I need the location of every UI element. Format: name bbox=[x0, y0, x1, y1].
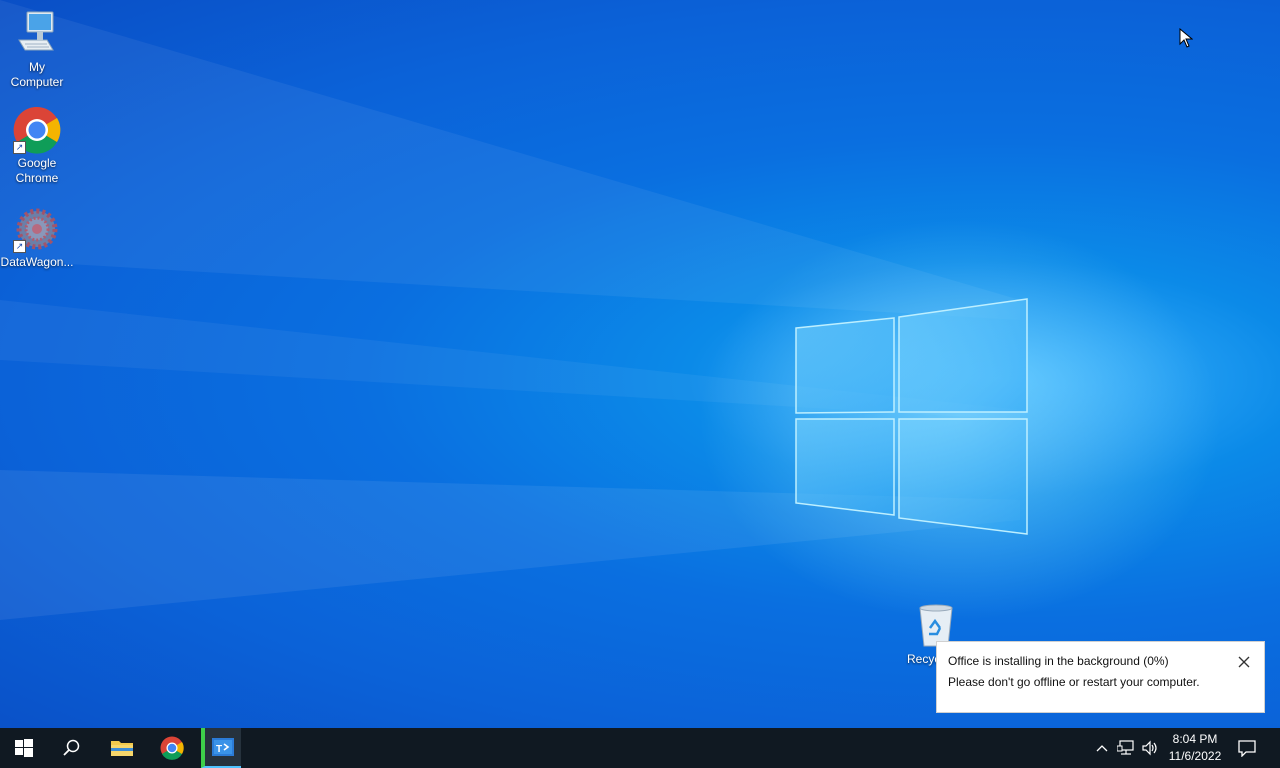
desktop-icon-google-chrome[interactable]: ↗ Google Chrome bbox=[0, 106, 74, 186]
desktop-icon-my-computer[interactable]: My Computer bbox=[0, 10, 74, 90]
chrome-taskbar-button[interactable] bbox=[148, 728, 196, 768]
network-button[interactable] bbox=[1116, 738, 1136, 758]
remote-app-icon: T bbox=[212, 738, 234, 756]
file-explorer-icon bbox=[111, 741, 133, 756]
chrome-icon: ↗ bbox=[13, 106, 61, 154]
shortcut-arrow-icon: ↗ bbox=[13, 141, 26, 154]
shortcut-arrow-icon: ↗ bbox=[13, 240, 26, 253]
notification-icon bbox=[1238, 740, 1256, 757]
desktop[interactable]: My Computer ↗ Google Chrome ↗ DataWagon.… bbox=[0, 0, 1280, 728]
desktop-icon-label: Google Chrome bbox=[15, 156, 59, 185]
close-icon[interactable] bbox=[1236, 654, 1252, 670]
desktop-icon-datawagon[interactable]: ↗ DataWagon... bbox=[0, 205, 74, 270]
show-hidden-icons-button[interactable] bbox=[1092, 738, 1112, 758]
desktop-icon-label: DataWagon... bbox=[0, 255, 74, 269]
office-install-notification[interactable]: Office is installing in the background (… bbox=[936, 641, 1265, 713]
svg-text:T: T bbox=[216, 744, 222, 755]
computer-icon bbox=[13, 10, 61, 58]
taskbar: T 8:04 PM 11/6/2022 bbox=[0, 728, 1280, 768]
volume-button[interactable] bbox=[1140, 738, 1160, 758]
taskbar-clock[interactable]: 8:04 PM 11/6/2022 bbox=[1162, 731, 1228, 765]
chrome-icon bbox=[160, 736, 184, 760]
mouse-cursor-icon bbox=[1179, 28, 1193, 48]
file-explorer-button[interactable] bbox=[98, 728, 146, 768]
clock-time: 8:04 PM bbox=[1172, 732, 1218, 746]
clock-date: 11/6/2022 bbox=[1168, 749, 1222, 763]
network-icon bbox=[1117, 740, 1134, 755]
chevron-up-icon bbox=[1096, 745, 1108, 752]
notification-title: Office is installing in the background (… bbox=[948, 654, 1169, 668]
search-button[interactable] bbox=[48, 728, 96, 768]
wallpaper-image bbox=[0, 0, 1220, 620]
desktop-icon-label: My Computer bbox=[10, 60, 64, 89]
start-button[interactable] bbox=[0, 728, 48, 768]
notification-message: Please don't go offline or restart your … bbox=[948, 675, 1200, 689]
search-icon bbox=[63, 739, 80, 756]
action-center-button[interactable] bbox=[1237, 738, 1257, 758]
remote-app-taskbar-button[interactable]: T bbox=[201, 728, 241, 768]
volume-icon bbox=[1142, 740, 1157, 756]
datawagon-icon: ↗ bbox=[13, 205, 61, 253]
start-icon bbox=[15, 739, 33, 757]
